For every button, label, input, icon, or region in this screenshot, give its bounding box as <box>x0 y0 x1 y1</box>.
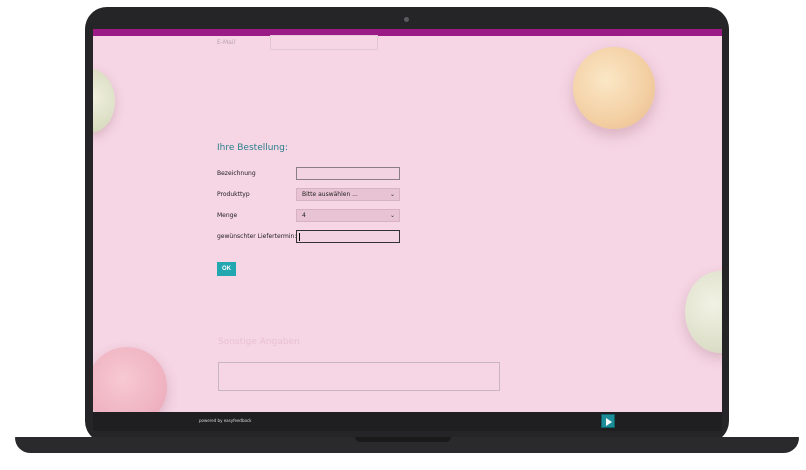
product-type-select[interactable]: Bitte auswählen ... ⌄ <box>296 188 400 201</box>
top-accent-bar <box>93 29 722 36</box>
macaron-image <box>93 69 115 133</box>
play-icon <box>606 418 612 426</box>
next-button[interactable] <box>601 414 615 428</box>
other-info-textarea[interactable] <box>218 362 500 391</box>
product-type-value: Bitte auswählen ... <box>302 191 358 198</box>
powered-by-text: powered by easyfeedback <box>199 418 252 423</box>
other-info-title: Sonstige Angaben <box>218 337 300 347</box>
order-section-title: Ihre Bestellung: <box>217 143 288 153</box>
footer-bar: powered by easyfeedback <box>93 412 722 431</box>
chevron-down-icon: ⌄ <box>389 212 395 219</box>
email-label: E-Mail <box>217 39 236 46</box>
laptop-base-notch <box>355 437 451 442</box>
quantity-value: 4 <box>302 212 306 219</box>
email-field[interactable] <box>270 35 378 50</box>
chevron-down-icon: ⌄ <box>389 191 395 198</box>
quantity-select[interactable]: 4 ⌄ <box>296 209 400 222</box>
delivery-date-label: gewünschter Liefertermin: <box>217 233 297 240</box>
macaron-image <box>685 271 722 353</box>
text-caret <box>299 233 300 241</box>
quantity-label: Menge <box>217 212 238 219</box>
name-label: Bezeichnung <box>217 170 256 177</box>
delivery-date-input[interactable] <box>296 230 400 243</box>
name-input[interactable] <box>296 167 400 180</box>
survey-screen: E-Mail Ihre Bestellung: Bezeichnung Prod… <box>93 29 722 431</box>
product-type-label: Produkttyp <box>217 191 250 198</box>
macaron-image <box>573 47 655 129</box>
camera-icon <box>404 17 409 22</box>
ok-button[interactable]: OK <box>217 262 236 276</box>
